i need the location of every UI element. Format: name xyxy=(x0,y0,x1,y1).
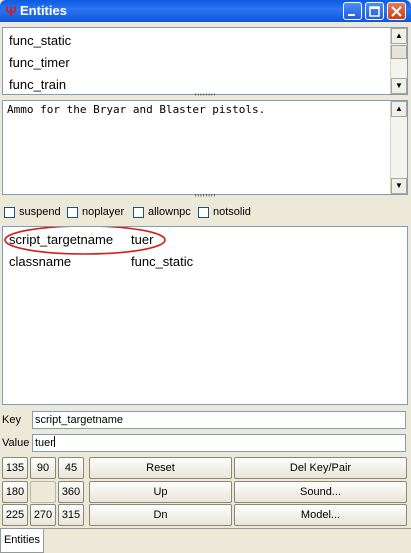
angle-225-button[interactable]: 225 xyxy=(2,504,28,526)
minimize-button[interactable] xyxy=(343,2,362,20)
tab-bar: Entities xyxy=(0,528,411,553)
del-key-pair-button[interactable]: Del Key/Pair xyxy=(234,457,407,479)
properties-list[interactable]: script_targetname tuer classname func_st… xyxy=(2,226,408,405)
entity-list[interactable]: func_static func_timer func_train ▲ ▼ xyxy=(2,27,408,95)
close-button[interactable] xyxy=(387,2,406,20)
value-field[interactable]: tuer xyxy=(32,434,406,452)
entity-list-scrollbar[interactable]: ▲ ▼ xyxy=(390,28,407,94)
description-scrollbar[interactable]: ▲ ▼ xyxy=(390,101,407,194)
checkbox[interactable] xyxy=(198,207,209,218)
close-icon xyxy=(391,6,402,17)
angle-360-button[interactable]: 360 xyxy=(58,481,84,503)
model-button[interactable]: Model... xyxy=(234,504,407,526)
window-title: Entities xyxy=(20,3,67,18)
scroll-thumb[interactable] xyxy=(391,45,407,59)
minimize-icon xyxy=(348,14,355,16)
app-icon: Ψ xyxy=(5,3,17,19)
angle-180-button[interactable]: 180 xyxy=(2,481,28,503)
splitter-handle[interactable]: '''''''' xyxy=(0,194,411,203)
title-bar[interactable]: Ψ Entities xyxy=(0,0,411,22)
list-item[interactable]: func_static xyxy=(9,33,71,49)
list-item[interactable]: func_timer xyxy=(9,55,70,71)
description-panel: Ammo for the Bryar and Blaster pistols. … xyxy=(2,100,408,195)
tab-entities[interactable]: Entities xyxy=(0,529,44,553)
angle-315-button[interactable]: 315 xyxy=(58,504,84,526)
checkbox-label: allownpc xyxy=(148,206,191,218)
angle-135-button[interactable]: 135 xyxy=(2,457,28,479)
checkbox-label: noplayer xyxy=(82,206,125,218)
angle-90-button[interactable]: 90 xyxy=(30,457,56,479)
annotation-circle xyxy=(4,227,166,255)
checkbox-label: notsolid xyxy=(213,206,251,218)
scroll-up-arrow-icon[interactable]: ▲ xyxy=(391,101,407,117)
checkbox-label: suspend xyxy=(19,206,61,218)
checkbox[interactable] xyxy=(67,207,78,218)
maximize-icon xyxy=(369,6,380,17)
maximize-button[interactable] xyxy=(365,2,384,20)
scroll-down-arrow-icon[interactable]: ▼ xyxy=(391,78,407,94)
entity-description: Ammo for the Bryar and Blaster pistols. xyxy=(7,103,266,116)
angle-blank-cell xyxy=(30,481,56,503)
angle-45-button[interactable]: 45 xyxy=(58,457,84,479)
key-field-value: script_targetname xyxy=(35,414,124,426)
scroll-down-arrow-icon[interactable]: ▼ xyxy=(391,178,407,194)
checkbox[interactable] xyxy=(133,207,144,218)
checkbox[interactable] xyxy=(4,207,15,218)
value-field-value: tuer xyxy=(35,437,54,449)
key-label: Key xyxy=(2,414,21,426)
angle-270-button[interactable]: 270 xyxy=(30,504,56,526)
text-caret xyxy=(53,436,55,447)
value-label: Value xyxy=(2,437,30,449)
scroll-up-arrow-icon[interactable]: ▲ xyxy=(391,28,407,44)
key-field[interactable]: script_targetname xyxy=(32,411,406,429)
sound-button[interactable]: Sound... xyxy=(234,481,407,503)
dn-button[interactable]: Dn xyxy=(89,504,232,526)
reset-button[interactable]: Reset xyxy=(89,457,232,479)
list-item[interactable]: func_train xyxy=(9,77,66,93)
up-button[interactable]: Up xyxy=(89,481,232,503)
